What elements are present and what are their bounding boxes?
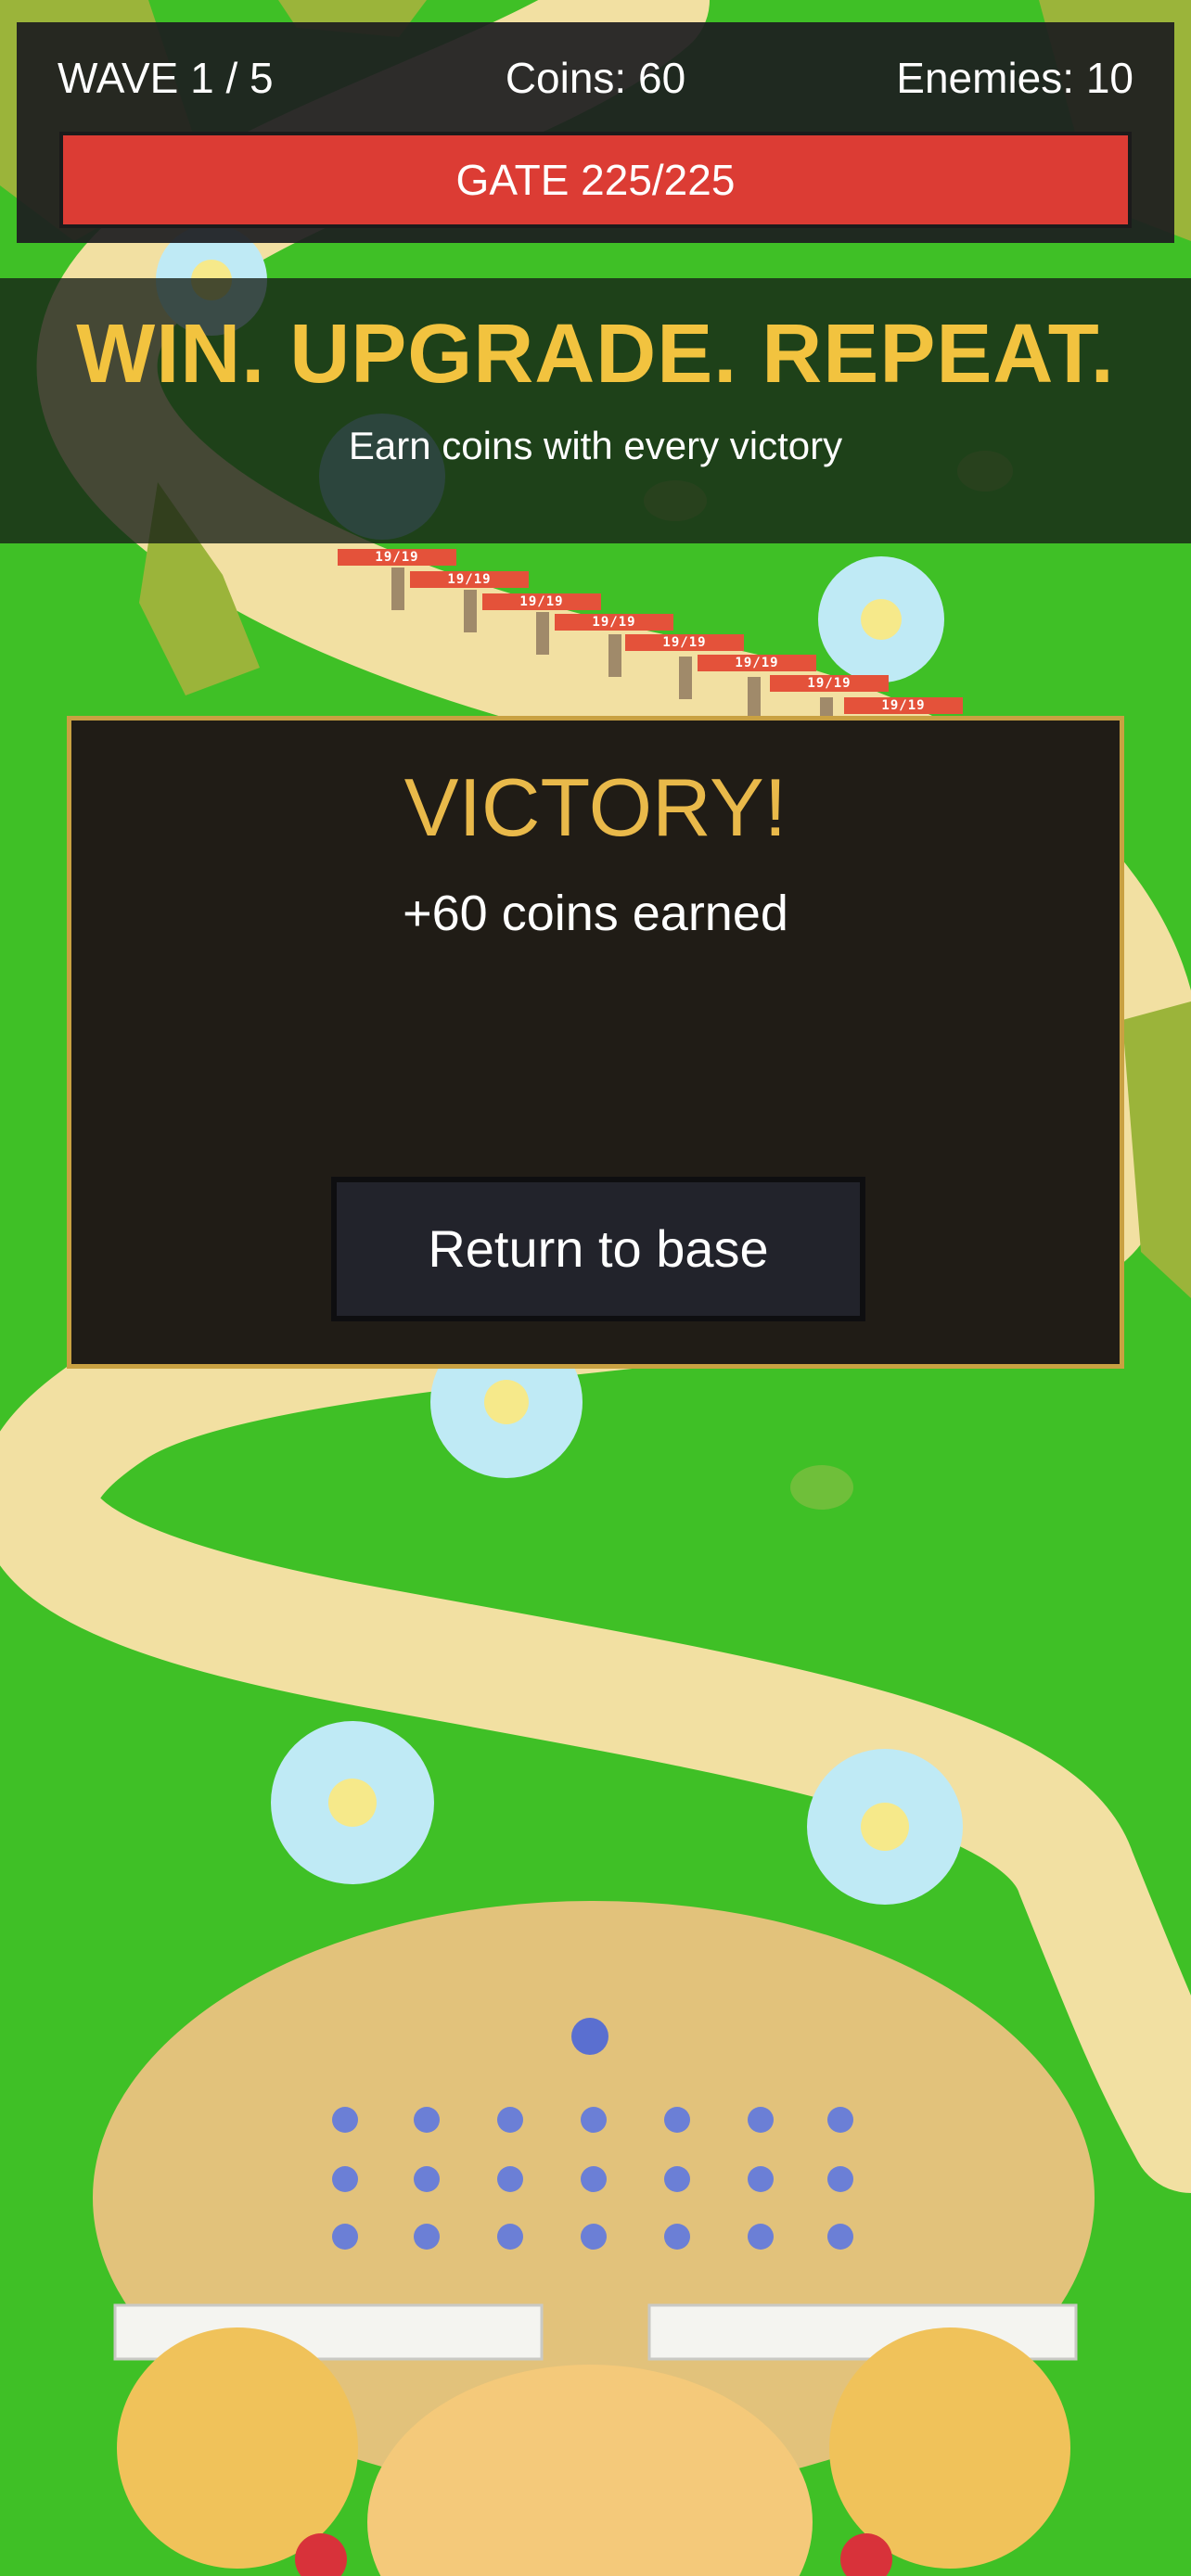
enemy-health-bar: 19/19	[770, 675, 889, 692]
victory-title: VICTORY!	[403, 761, 788, 853]
enemy-health-text: 19/19	[375, 550, 419, 565]
hud-panel: WAVE 1 / 5 Coins: 60 Enemies: 10 GATE 22…	[17, 22, 1174, 243]
enemy-health-text: 19/19	[881, 698, 926, 713]
enemy-health-bar: 19/19	[410, 571, 529, 588]
enemy-health-text: 19/19	[592, 615, 636, 630]
gate-towers	[117, 2327, 1070, 2576]
enemy-health-bar: 19/19	[698, 655, 816, 671]
banner-subtitle: Earn coins with every victory	[348, 424, 843, 467]
enemy-health-text: 19/19	[807, 676, 852, 691]
hud-stats-row: WAVE 1 / 5 Coins: 60 Enemies: 10	[17, 50, 1174, 106]
enemies-counter: Enemies: 10	[896, 54, 1133, 102]
enemy-health-text: 19/19	[735, 656, 779, 670]
return-to-base-button[interactable]: Return to base	[331, 1177, 865, 1321]
enemy-health-bar: 19/19	[482, 593, 601, 610]
gate-health-label: GATE 225/225	[455, 156, 736, 204]
reward-text: +60 coins earned	[403, 886, 788, 941]
enemy-health-text: 19/19	[519, 594, 564, 609]
enemy-health-bar: 19/19	[625, 634, 744, 651]
enemy-health-text: 19/19	[662, 635, 707, 650]
enemy-health-text: 19/19	[447, 572, 492, 587]
promo-banner: WIN. UPGRADE. REPEAT. Earn coins with ev…	[0, 278, 1191, 543]
enemy-health-bar: 19/19	[338, 549, 456, 566]
banner-title: WIN. UPGRADE. REPEAT.	[76, 308, 1115, 401]
victory-dialog: VICTORY! +60 coins earned Return to base	[67, 716, 1124, 1369]
enemy-health-bar: 19/19	[844, 697, 963, 714]
enemy-health-bar: 19/19	[555, 614, 673, 631]
gate-health-bar: GATE 225/225	[59, 132, 1132, 228]
